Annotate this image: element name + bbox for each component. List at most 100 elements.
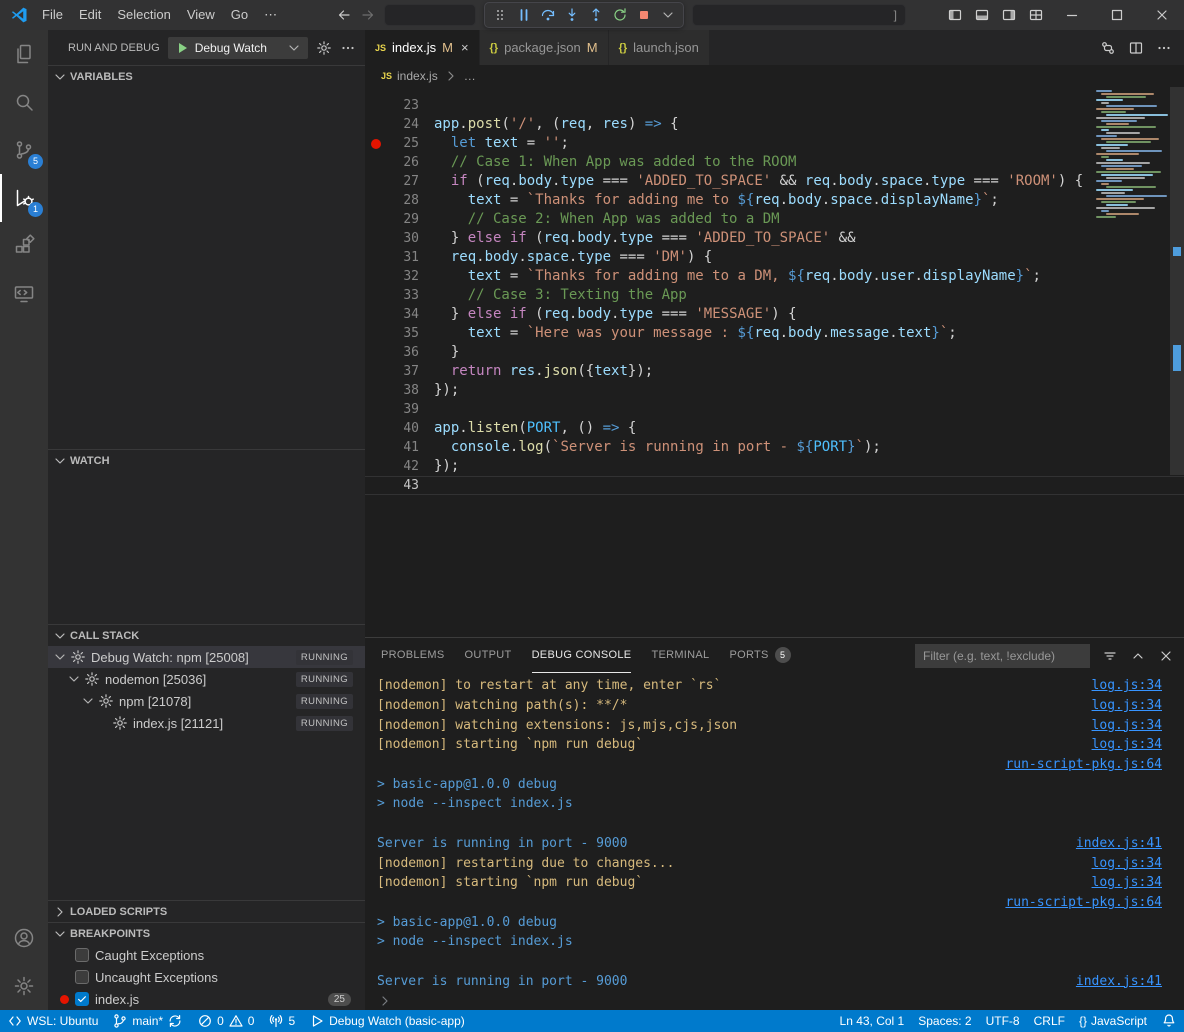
status-problems-status[interactable]: 00 — [190, 1010, 261, 1032]
code-line[interactable]: 23 — [365, 96, 1184, 115]
glyph-margin[interactable] — [365, 381, 387, 400]
chevron-down-icon[interactable] — [66, 671, 82, 687]
code-line[interactable]: 24app.post('/', (req, res) => { — [365, 115, 1184, 134]
code-line[interactable]: 29 // Case 2: When App was added to a DM — [365, 210, 1184, 229]
section-header-loaded-scripts[interactable]: LOADED SCRIPTS — [48, 900, 365, 922]
breakpoint-checkbox[interactable] — [75, 970, 89, 984]
activity-item-extensions[interactable] — [0, 222, 48, 270]
menu-view[interactable]: View — [179, 0, 223, 30]
status-eol[interactable]: CRLF — [1027, 1010, 1072, 1032]
code-line[interactable]: 25 let text = ''; — [365, 134, 1184, 153]
glyph-margin[interactable] — [365, 96, 387, 115]
glyph-margin[interactable] — [365, 191, 387, 210]
glyph-margin[interactable] — [365, 210, 387, 229]
code-line[interactable]: 35 text = `Here was your message : ${req… — [365, 324, 1184, 343]
source-link[interactable]: log.js:34 — [1092, 718, 1162, 733]
status-indentation[interactable]: Spaces: 2 — [911, 1010, 978, 1032]
code-line[interactable]: 31 req.body.space.type === 'DM') { — [365, 248, 1184, 267]
activity-item-search[interactable] — [0, 78, 48, 126]
source-link[interactable]: log.js:34 — [1092, 678, 1162, 693]
activity-item-manage[interactable] — [0, 962, 48, 1010]
restart-icon[interactable] — [612, 7, 628, 23]
panel-tab-terminal[interactable]: TERMINAL — [651, 638, 709, 673]
breakpoint-row[interactable]: Caught Exceptions — [48, 944, 365, 966]
glyph-margin[interactable] — [365, 153, 387, 172]
code-line[interactable]: 39 — [365, 400, 1184, 419]
close-tab-icon[interactable]: × — [461, 40, 469, 55]
step-over-icon[interactable] — [540, 7, 556, 23]
command-center-box[interactable]: ] — [692, 4, 906, 26]
source-link[interactable]: index.js:41 — [1076, 974, 1162, 989]
call-stack-row[interactable]: Debug Watch: npm [25008]RUNNING — [48, 646, 365, 668]
activity-item-accounts[interactable] — [0, 914, 48, 962]
stop-icon[interactable] — [636, 7, 652, 23]
menu-go[interactable]: Go — [223, 0, 256, 30]
breadcrumb-file[interactable]: index.js — [397, 69, 438, 83]
glyph-margin[interactable] — [365, 438, 387, 457]
status-remote-indicator[interactable]: WSL: Ubuntu — [0, 1010, 105, 1032]
code-line[interactable]: 26 // Case 1: When App was added to the … — [365, 153, 1184, 172]
menubar-more[interactable]: ⋯ — [256, 0, 285, 30]
layout-left-icon[interactable] — [941, 0, 968, 30]
glyph-margin[interactable] — [365, 267, 387, 286]
breakpoint-checkbox[interactable] — [75, 992, 89, 1006]
glyph-margin[interactable] — [365, 343, 387, 362]
forward-icon[interactable] — [360, 7, 376, 23]
breadcrumb-symbol[interactable]: … — [464, 69, 476, 83]
debug-console-output[interactable]: [nodemon] to restart at any time, enter … — [365, 673, 1184, 1010]
chevron-down-icon[interactable] — [660, 7, 676, 23]
call-stack-row[interactable]: nodemon [25036]RUNNING — [48, 668, 365, 690]
layout-grid-icon[interactable] — [1022, 0, 1049, 30]
pause-icon[interactable] — [516, 7, 532, 23]
console-input-row[interactable] — [377, 991, 1162, 1010]
maximize-button[interactable] — [1094, 0, 1139, 30]
call-stack-row[interactable]: index.js [21121]RUNNING — [48, 712, 365, 734]
activity-item-explorer[interactable] — [0, 30, 48, 78]
source-link[interactable]: index.js:41 — [1076, 836, 1162, 851]
glyph-margin[interactable] — [365, 324, 387, 343]
glyph-margin[interactable] — [365, 172, 387, 191]
activity-item-remote-explorer[interactable] — [0, 270, 48, 318]
minimize-button[interactable] — [1049, 0, 1094, 30]
code-line[interactable]: 32 text = `Thanks for adding me to a DM,… — [365, 267, 1184, 286]
code-line[interactable]: 38}); — [365, 381, 1184, 400]
command-center-left-box[interactable] — [384, 4, 476, 26]
code-line[interactable]: 28 text = `Thanks for adding me to ${req… — [365, 191, 1184, 210]
menu-edit[interactable]: Edit — [71, 0, 109, 30]
section-header-variables[interactable]: VARIABLES — [48, 65, 365, 87]
panel-tab-ports[interactable]: PORTS5 — [729, 638, 790, 673]
glyph-margin[interactable] — [365, 419, 387, 438]
tab-launch.json[interactable]: {}launch.json — [609, 30, 710, 65]
section-header-breakpoints[interactable]: BREAKPOINTS — [48, 922, 365, 944]
source-link[interactable]: log.js:34 — [1092, 698, 1162, 713]
glyph-margin[interactable] — [365, 362, 387, 381]
status-ports-status[interactable]: 5 — [261, 1010, 302, 1032]
code-line[interactable]: 37 return res.json({text}); — [365, 362, 1184, 381]
code-line[interactable]: 40app.listen(PORT, () => { — [365, 419, 1184, 438]
code-line[interactable]: 30 } else if (req.body.type === 'ADDED_T… — [365, 229, 1184, 248]
launch-settings-gear-icon[interactable] — [316, 40, 332, 56]
launch-config-select[interactable]: Debug Watch — [168, 37, 308, 59]
glyph-margin[interactable] — [365, 286, 387, 305]
code-line[interactable]: 27 if (req.body.type === 'ADDED_TO_SPACE… — [365, 172, 1184, 191]
glyph-margin[interactable] — [365, 248, 387, 267]
panel-tab-problems[interactable]: PROBLEMS — [381, 638, 445, 673]
step-out-icon[interactable] — [588, 7, 604, 23]
activity-item-source-control[interactable]: 5 — [0, 126, 48, 174]
code-line[interactable]: 43 — [365, 476, 1184, 495]
breakpoint-row[interactable]: index.js25 — [48, 988, 365, 1010]
panel-tab-output[interactable]: OUTPUT — [465, 638, 512, 673]
status-branch-status[interactable]: main* — [105, 1010, 190, 1032]
status-debug-status[interactable]: Debug Watch (basic-app) — [302, 1010, 472, 1032]
split-editor-icon[interactable] — [1128, 40, 1144, 56]
glyph-margin[interactable] — [365, 134, 387, 153]
source-link[interactable]: run-script-pkg.js:64 — [1005, 757, 1162, 772]
code-line[interactable]: 42}); — [365, 457, 1184, 476]
views-more-actions-icon[interactable] — [340, 40, 356, 56]
source-link[interactable]: log.js:34 — [1092, 856, 1162, 871]
chevron-down-icon[interactable] — [52, 649, 68, 665]
activity-item-run-and-debug[interactable]: 1 — [0, 174, 48, 222]
breakpoint-row[interactable]: Uncaught Exceptions — [48, 966, 365, 988]
layout-right-icon[interactable] — [995, 0, 1022, 30]
status-language-mode[interactable]: {}JavaScript — [1072, 1010, 1154, 1032]
